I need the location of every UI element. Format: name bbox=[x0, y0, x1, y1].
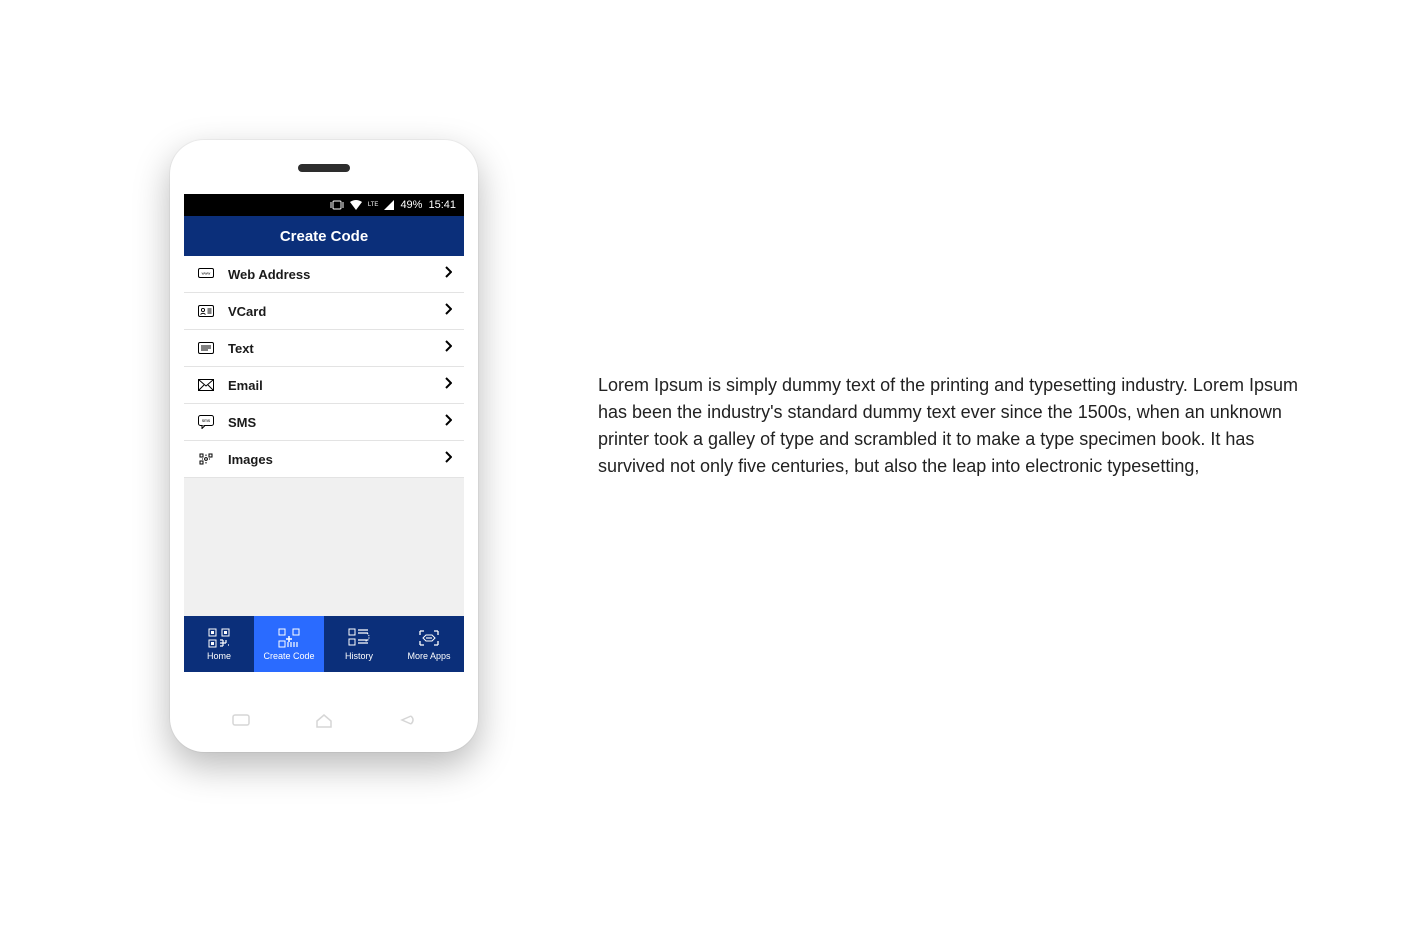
vibrate-icon bbox=[330, 200, 344, 210]
list-item-images[interactable]: Images bbox=[184, 441, 464, 478]
page-title: Create Code bbox=[280, 228, 368, 245]
chevron-right-icon bbox=[444, 339, 452, 357]
www-icon: www bbox=[196, 268, 216, 280]
qr-home-icon bbox=[207, 628, 231, 648]
nav-label: History bbox=[345, 651, 373, 661]
hardware-buttons bbox=[170, 699, 478, 750]
nav-label: Home bbox=[207, 651, 231, 661]
svg-text:sms: sms bbox=[202, 418, 211, 423]
nav-home[interactable]: Home bbox=[184, 616, 254, 672]
vcard-icon bbox=[196, 305, 216, 317]
nav-create-code[interactable]: Create Code bbox=[254, 616, 324, 672]
text-icon bbox=[196, 342, 216, 354]
phone-speaker bbox=[298, 164, 350, 172]
email-icon bbox=[196, 379, 216, 391]
bottom-nav: Home Create Code History bbox=[184, 616, 464, 672]
list-item-sms[interactable]: sms SMS bbox=[184, 404, 464, 441]
nav-history[interactable]: History bbox=[324, 616, 394, 672]
home-button[interactable] bbox=[314, 713, 334, 734]
phone-screen: LTE 49% 15:41 Create Code www Web Addres… bbox=[184, 194, 464, 672]
nav-more-apps[interactable]: More Apps bbox=[394, 616, 464, 672]
list-item-label: Web Address bbox=[228, 267, 444, 282]
svg-text:www: www bbox=[202, 271, 211, 276]
wifi-icon bbox=[350, 200, 362, 210]
back-button[interactable] bbox=[397, 713, 417, 734]
sms-icon: sms bbox=[196, 415, 216, 429]
list-item-label: Images bbox=[228, 452, 444, 467]
nav-label: More Apps bbox=[407, 651, 450, 661]
list-item-label: SMS bbox=[228, 415, 444, 430]
chevron-right-icon bbox=[444, 376, 452, 394]
nav-label: Create Code bbox=[263, 651, 314, 661]
signal-icon bbox=[384, 200, 394, 210]
create-code-list: www Web Address VCard bbox=[184, 256, 464, 478]
list-item-label: Email bbox=[228, 378, 444, 393]
list-item-email[interactable]: Email bbox=[184, 367, 464, 404]
chevron-right-icon bbox=[444, 302, 452, 320]
app-header: Create Code bbox=[184, 216, 464, 256]
description-text: Lorem Ipsum is simply dummy text of the … bbox=[598, 140, 1298, 480]
qr-history-icon bbox=[347, 628, 371, 648]
chevron-right-icon bbox=[444, 450, 452, 468]
battery-percent: 49% bbox=[400, 199, 422, 211]
list-item-vcard[interactable]: VCard bbox=[184, 293, 464, 330]
clock-time: 15:41 bbox=[428, 199, 456, 211]
status-bar: LTE 49% 15:41 bbox=[184, 194, 464, 216]
list-item-text[interactable]: Text bbox=[184, 330, 464, 367]
images-icon bbox=[196, 452, 216, 466]
chevron-right-icon bbox=[444, 265, 452, 283]
list-item-label: VCard bbox=[228, 304, 444, 319]
more-apps-icon bbox=[417, 628, 441, 648]
recent-apps-button[interactable] bbox=[231, 713, 251, 734]
phone-mockup: LTE 49% 15:41 Create Code www Web Addres… bbox=[170, 140, 478, 752]
list-item-web-address[interactable]: www Web Address bbox=[184, 256, 464, 293]
network-lte-icon: LTE bbox=[368, 202, 379, 208]
qr-create-icon bbox=[277, 628, 301, 648]
list-item-label: Text bbox=[228, 341, 444, 356]
empty-area bbox=[184, 478, 464, 616]
chevron-right-icon bbox=[444, 413, 452, 431]
